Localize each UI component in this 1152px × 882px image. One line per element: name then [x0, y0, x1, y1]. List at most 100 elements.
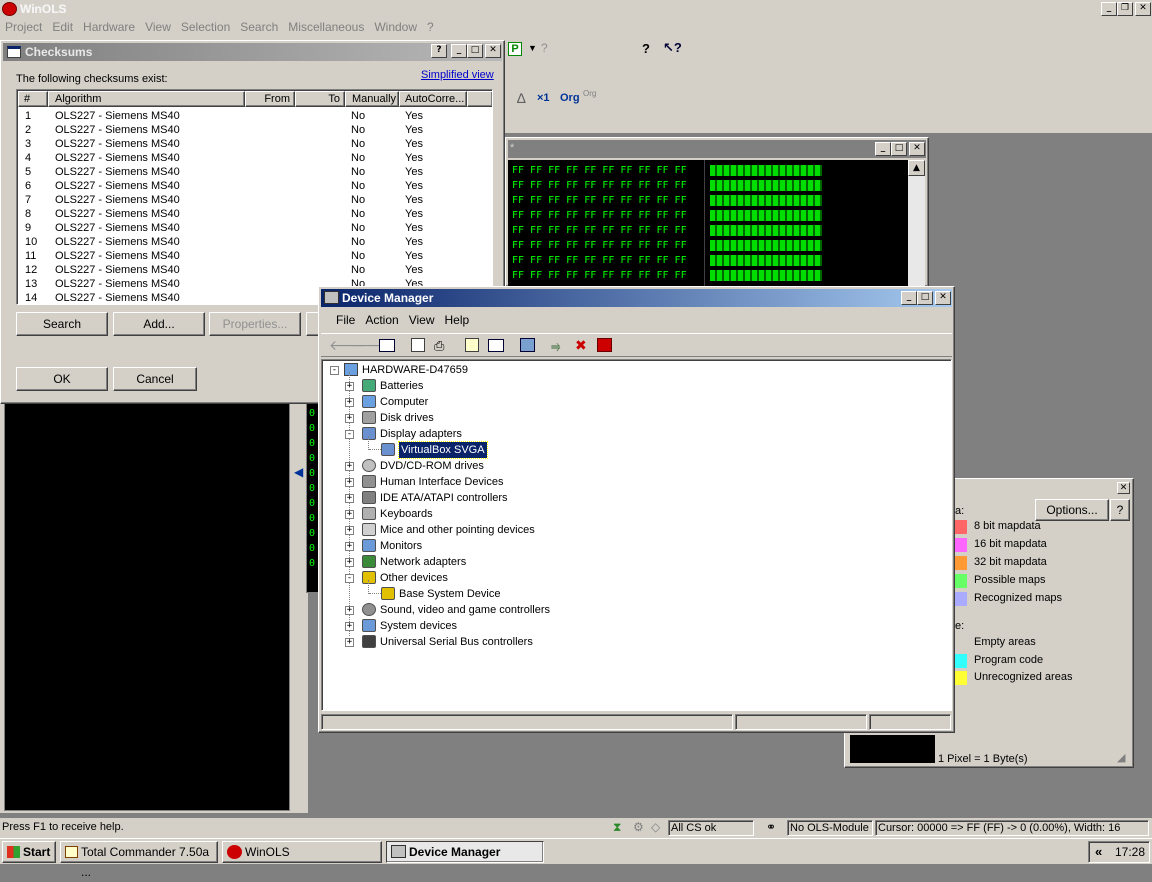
delta-icon[interactable]: ∆	[517, 90, 526, 106]
menu-edit[interactable]: Edit	[47, 18, 78, 36]
expand-icon[interactable]: +	[345, 526, 354, 535]
expand-icon[interactable]: +	[345, 398, 354, 407]
org-icon[interactable]: Org	[560, 92, 580, 104]
expand-icon[interactable]: +	[345, 494, 354, 503]
devmgr-minimize-button[interactable]: _	[901, 291, 917, 305]
hex-minimize-button[interactable]: _	[875, 142, 891, 156]
show-hide-console-tree-icon[interactable]	[379, 339, 395, 352]
org-compare-icon[interactable]: Org	[583, 90, 601, 98]
help-icon[interactable]: ?	[642, 41, 650, 56]
collapse-left-icon[interactable]: ◀	[294, 465, 303, 479]
dropdown-arrow-icon[interactable]: ▼	[528, 43, 537, 53]
expand-icon[interactable]: +	[345, 414, 354, 423]
cancel-button[interactable]: Cancel	[113, 367, 197, 391]
checksum-row[interactable]: 3 OLS227 - Siemens MS40 No Yes	[18, 137, 492, 151]
winols-close-button[interactable]: ✕	[1135, 2, 1151, 16]
expand-icon[interactable]: +	[345, 382, 354, 391]
hex-maximize-button[interactable]: □	[891, 142, 907, 156]
print-icon[interactable]: ⎙	[434, 338, 444, 354]
col-manually[interactable]: Manually	[345, 91, 399, 107]
whats-this-help-icon[interactable]: ↖?	[663, 40, 682, 56]
hex-close-button[interactable]: ✕	[909, 142, 925, 156]
add-button[interactable]: Add...	[113, 312, 205, 336]
properties-icon[interactable]	[411, 338, 425, 352]
checksums-close-button[interactable]: ✕	[485, 44, 501, 58]
disable-device-icon[interactable]: ✖	[575, 337, 587, 354]
winols-title: WinOLS	[20, 2, 67, 16]
col-algorithm[interactable]: Algorithm	[48, 91, 245, 107]
search-button[interactable]: Search	[16, 312, 108, 336]
checksum-row[interactable]: 12 OLS227 - Siemens MS40 No Yes	[18, 263, 492, 277]
devmgr-menu-action[interactable]: Action	[360, 311, 403, 329]
expand-icon[interactable]: +	[345, 542, 354, 551]
expand-icon[interactable]: +	[345, 478, 354, 487]
project-p-icon[interactable]: P	[508, 42, 522, 56]
col-from[interactable]: From	[245, 91, 295, 107]
task-device-manager[interactable]: Device Manager	[386, 841, 544, 863]
simplified-view-link[interactable]: Simplified view	[421, 69, 494, 81]
task-winols[interactable]: WinOLS	[222, 841, 382, 863]
hex-view[interactable]: FF FF FF FF FF FF FF FF FF FF FF FF FF FF…	[508, 160, 908, 286]
checksum-row[interactable]: 9 OLS227 - Siemens MS40 No Yes	[18, 221, 492, 235]
checksum-row[interactable]: 11 OLS227 - Siemens MS40 No Yes	[18, 249, 492, 263]
checksum-row[interactable]: 2 OLS227 - Siemens MS40 No Yes	[18, 123, 492, 137]
winols-restore-button[interactable]: ❐	[1117, 2, 1133, 16]
col-autocorrect[interactable]: AutoCorre...	[399, 91, 467, 107]
menu-hardware[interactable]: Hardware	[78, 18, 140, 36]
legend-close-button[interactable]: ✕	[1117, 482, 1130, 494]
show-hide-action-pane-icon[interactable]	[488, 339, 504, 352]
expand-icon[interactable]: +	[345, 510, 354, 519]
collapse-icon[interactable]: -	[345, 430, 354, 439]
checksum-algorithm: OLS227 - Siemens MS40	[55, 152, 180, 164]
menu-view[interactable]: View	[140, 18, 176, 36]
checksum-row[interactable]: 4 OLS227 - Siemens MS40 No Yes	[18, 151, 492, 165]
scroll-up-icon[interactable]: ▲	[908, 160, 925, 176]
checksum-row[interactable]: 10 OLS227 - Siemens MS40 No Yes	[18, 235, 492, 249]
checksum-row[interactable]: 8 OLS227 - Siemens MS40 No Yes	[18, 207, 492, 221]
menu-project[interactable]: Project	[0, 18, 47, 36]
checksums-help-button[interactable]: ?	[431, 44, 447, 58]
uninstall-device-icon[interactable]	[597, 338, 612, 352]
update-driver-icon[interactable]: ⥤	[551, 339, 561, 354]
help-book-icon[interactable]	[465, 338, 479, 352]
clock[interactable]: 17:28	[1115, 845, 1145, 859]
factor-x1-icon[interactable]: ×1	[537, 92, 550, 104]
col-number[interactable]: #	[18, 91, 48, 107]
winols-minimize-button[interactable]: _	[1101, 2, 1117, 16]
devmgr-menu-help[interactable]: Help	[440, 311, 475, 329]
tray-chevron-icon[interactable]: «	[1095, 844, 1102, 859]
expand-icon[interactable]: +	[345, 638, 354, 647]
menu-search[interactable]: Search	[235, 18, 283, 36]
legend-item: 16 bit mapdata	[955, 537, 1125, 553]
checksums-maximize-button[interactable]: □	[467, 44, 483, 58]
menu-selection[interactable]: Selection	[176, 18, 235, 36]
checksum-row[interactable]: 7 OLS227 - Siemens MS40 No Yes	[18, 193, 492, 207]
expand-icon[interactable]: +	[345, 558, 354, 567]
checksum-row[interactable]: 6 OLS227 - Siemens MS40 No Yes	[18, 179, 492, 193]
legend-preview-black	[850, 735, 935, 763]
menu-miscellaneous[interactable]: Miscellaneous	[283, 18, 369, 36]
col-to[interactable]: To	[295, 91, 345, 107]
checksum-row[interactable]: 1 OLS227 - Siemens MS40 No Yes	[18, 109, 492, 123]
start-button[interactable]: Start	[2, 841, 56, 863]
legend-help-button[interactable]: ?	[1110, 499, 1130, 521]
devmgr-menu-view[interactable]: View	[404, 311, 440, 329]
checksum-row[interactable]: 5 OLS227 - Siemens MS40 No Yes	[18, 165, 492, 179]
legend-options-button[interactable]: Options...	[1035, 499, 1109, 521]
ok-button[interactable]: OK	[16, 367, 108, 391]
devmgr-menu-file[interactable]: File	[331, 311, 360, 329]
resize-grip-icon[interactable]: ◢	[1117, 751, 1125, 764]
expand-icon[interactable]: +	[345, 622, 354, 631]
expand-icon[interactable]: +	[345, 462, 354, 471]
task-total-commander[interactable]: Total Commander 7.50a ...	[60, 841, 218, 879]
expand-icon[interactable]: +	[345, 606, 354, 615]
hex-scrollbar[interactable]: ▲	[908, 160, 925, 286]
menu-window[interactable]: Window	[369, 18, 422, 36]
scan-hardware-icon[interactable]	[520, 338, 535, 352]
collapse-icon[interactable]: -	[345, 574, 354, 583]
checksums-minimize-button[interactable]: _	[451, 44, 467, 58]
devmgr-close-button[interactable]: ✕	[935, 291, 951, 305]
menu-help[interactable]: ?	[422, 18, 439, 36]
devmgr-maximize-button[interactable]: □	[917, 291, 933, 305]
collapse-icon[interactable]: -	[330, 366, 339, 375]
